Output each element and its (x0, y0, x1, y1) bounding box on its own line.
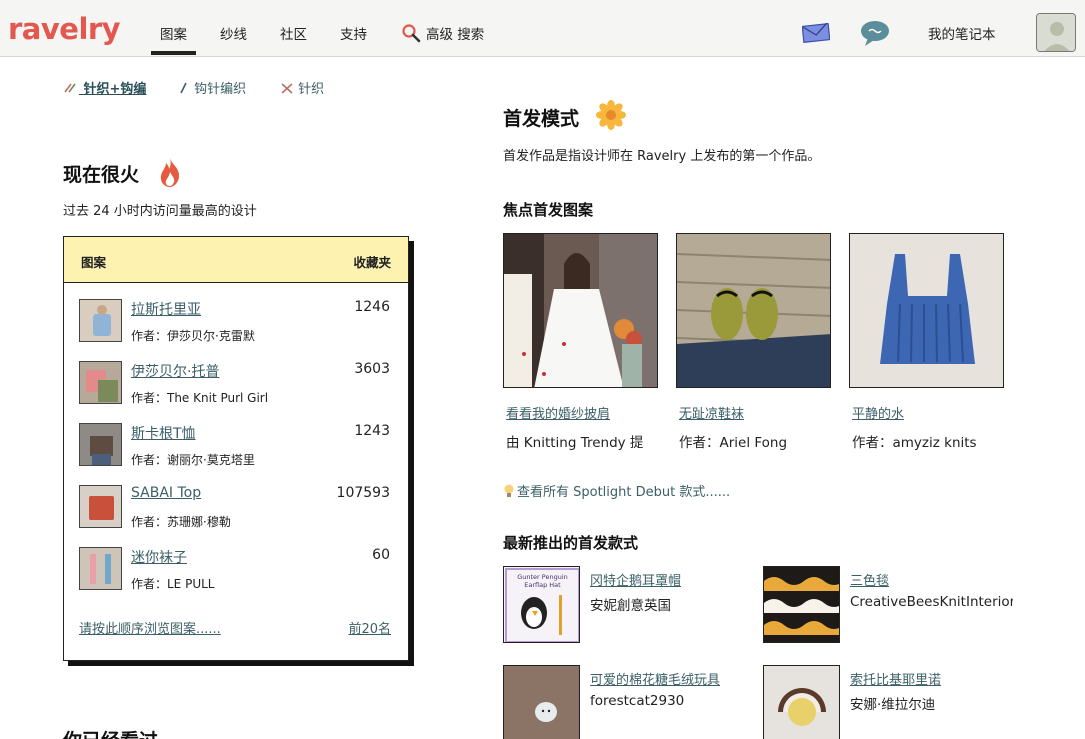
favorites-count: 107593 (336, 485, 390, 501)
pattern-thumbnail[interactable] (79, 485, 122, 528)
search-icon[interactable] (401, 23, 421, 43)
pattern-link[interactable]: 拉斯托里亚 (131, 299, 201, 319)
craft-tab-label: 针织+钩编 (83, 82, 147, 97)
nav-tab-support[interactable]: 支持 (340, 23, 367, 43)
pattern-thumbnail[interactable] (79, 361, 122, 404)
favorites-count: 1243 (354, 423, 390, 439)
nav-tab-community[interactable]: 社区 (280, 23, 307, 43)
pattern-author: 作者：苏珊娜·穆勒 (131, 515, 231, 529)
pattern-link[interactable]: 迷你袜子 (131, 547, 187, 567)
craft-tab-crochet[interactable]: 钩针编织 (178, 78, 246, 97)
thumb-caption: Gunter Penguin (517, 573, 568, 581)
craft-tab-knit-crochet[interactable]: 针织+钩编 (63, 78, 146, 97)
recently-viewed-heading: 你已经看过 (63, 726, 158, 739)
latest-image-rainbow-coaster[interactable] (763, 665, 840, 739)
favorites-count: 3603 (354, 361, 390, 377)
latest-debuts-heading: 最新推出的首发款式 (503, 534, 639, 552)
craft-tab-knitting[interactable]: 针织 (280, 78, 324, 97)
thumb-caption: Earflap Hat (524, 581, 561, 589)
pattern-author: 作者：LE PULL (131, 577, 215, 591)
pattern-author: 作者：The Knit Purl Girl (131, 391, 269, 405)
latest-author: CreativeBeesKnitInteriors (850, 594, 1013, 610)
craft-tab-label: 针织 (298, 82, 325, 97)
latest-author: 安娜·维拉尔迪 (850, 697, 936, 713)
hot-patterns-card: 图案 收藏夹 拉斯托里亚 作者：伊莎贝尔·克雷默 1246 伊莎贝尔·托普 作者… (63, 236, 409, 661)
spotlight-author: 作者：Ariel Fong (679, 435, 788, 451)
nav-tab-patterns[interactable]: 图案 (151, 23, 196, 55)
spotlight-image-calm-water[interactable] (849, 233, 1004, 388)
latest-image-penguin-hat[interactable]: Gunter Penguin Earflap Hat (503, 566, 580, 643)
see-all-spotlight-link[interactable]: 查看所有 Spotlight Debut 款式...... (503, 481, 730, 500)
latest-link[interactable]: 冈特企鹅耳罩帽 (590, 570, 681, 589)
my-notebook-link[interactable]: 我的笔记本 (928, 23, 996, 43)
table-row: 拉斯托里亚 作者：伊莎贝尔·克雷默 1246 (64, 287, 408, 343)
spotlight-image-sandal-socks[interactable] (676, 233, 831, 388)
spotlight-author: 由 Knitting Trendy 提 (506, 435, 644, 451)
latest-link[interactable]: 索托比基耶里诺 (850, 669, 941, 688)
spotlight-image-wedding[interactable] (503, 233, 658, 388)
hot-subtitle: 过去 24 小时内访问量最高的设计 (63, 204, 257, 219)
debut-description: 首发作品是指设计师在 Ravelry 上发布的第一个作品。 (503, 149, 821, 164)
pattern-link[interactable]: 伊莎贝尔·托普 (131, 361, 219, 381)
hot-heading: 现在很火 (63, 164, 140, 186)
pattern-author: 作者：谢丽尔·莫克塔里 (131, 453, 255, 467)
latest-link[interactable]: 可爱的棉花糖毛绒玩具 (590, 669, 720, 688)
pattern-author: 作者：伊莎贝尔·克雷默 (131, 329, 255, 343)
nav-tab-yarns[interactable]: 纱线 (220, 23, 247, 43)
fire-icon (160, 158, 180, 187)
advanced-search-link[interactable]: 高级 搜索 (426, 23, 484, 43)
favorites-count: 1246 (354, 299, 390, 315)
latest-author: 安妮創意英国 (590, 598, 671, 614)
spotlight-link[interactable]: 平静的水 (852, 403, 904, 422)
see-all-label: 查看所有 Spotlight Debut 款式...... (517, 485, 731, 500)
chat-icon[interactable] (859, 19, 891, 47)
spotlight-link[interactable]: 无趾凉鞋袜 (679, 403, 744, 422)
pattern-link[interactable]: 斯卡根T恤 (131, 423, 196, 443)
latest-author: forestcat2930 (590, 693, 685, 709)
crochet-hook-icon (180, 82, 187, 94)
craft-tab-label: 钩针编织 (194, 82, 247, 97)
browse-in-order-link[interactable]: 请按此顺序浏览图案...... (79, 618, 221, 637)
table-row: 伊莎贝尔·托普 作者：The Knit Purl Girl 3603 (64, 349, 408, 405)
latest-image-three-color-blanket[interactable] (763, 566, 840, 643)
latest-image-marshmallow-plush[interactable] (503, 665, 580, 739)
column-favorites: 收藏夹 (353, 255, 391, 270)
favorites-count: 60 (372, 547, 390, 563)
spotlight-author: 作者：amyziz knits (852, 435, 977, 451)
debut-heading: 首发模式 (503, 108, 580, 130)
pattern-thumbnail[interactable] (79, 547, 122, 590)
knit-crochet-icon (64, 83, 76, 93)
lightbulb-icon (504, 484, 514, 497)
pattern-thumbnail[interactable] (79, 299, 122, 342)
spotlight-heading: 焦点首发图案 (503, 201, 594, 219)
table-row: 斯卡根T恤 作者：谢丽尔·莫克塔里 1243 (64, 411, 408, 467)
latest-link[interactable]: 三色毯 (850, 570, 889, 589)
knitting-needles-icon (281, 83, 293, 94)
flower-icon (596, 100, 626, 130)
top20-link[interactable]: 前20名 (348, 618, 391, 637)
table-row: SABAI Top 作者：苏珊娜·穆勒 107593 (64, 473, 408, 529)
hot-card-header: 图案 收藏夹 (64, 237, 408, 283)
avatar[interactable] (1036, 13, 1076, 52)
mail-icon[interactable] (802, 23, 830, 43)
table-row: 迷你袜子 作者：LE PULL 60 (64, 535, 408, 591)
top-nav: ravelry 图案 纱线 社区 支持 高级 搜索 我的笔记本 (0, 0, 1085, 57)
spotlight-link[interactable]: 看看我的婚纱披肩 (506, 403, 610, 422)
pattern-thumbnail[interactable] (79, 423, 122, 466)
pattern-link[interactable]: SABAI Top (131, 485, 201, 501)
column-pattern: 图案 (81, 255, 107, 270)
ravelry-logo[interactable]: ravelry (8, 12, 121, 46)
